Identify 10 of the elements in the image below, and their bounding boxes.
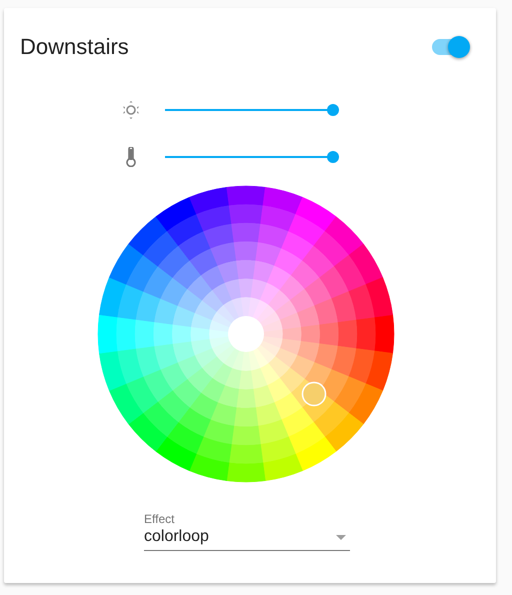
color-wheel-drawing[interactable] xyxy=(98,186,394,482)
effect-dropdown[interactable]: Effect colorloop xyxy=(144,512,350,551)
thermometer-icon xyxy=(125,146,137,166)
slider-thumb[interactable] xyxy=(327,150,339,162)
dropdown-caret-icon xyxy=(336,535,346,540)
card-title: Downstairs xyxy=(20,33,129,61)
color-picker-handle[interactable] xyxy=(302,382,326,406)
slider-thumb[interactable] xyxy=(327,104,339,116)
brightness-icon xyxy=(122,100,140,118)
toggle-switch[interactable] xyxy=(432,39,468,55)
